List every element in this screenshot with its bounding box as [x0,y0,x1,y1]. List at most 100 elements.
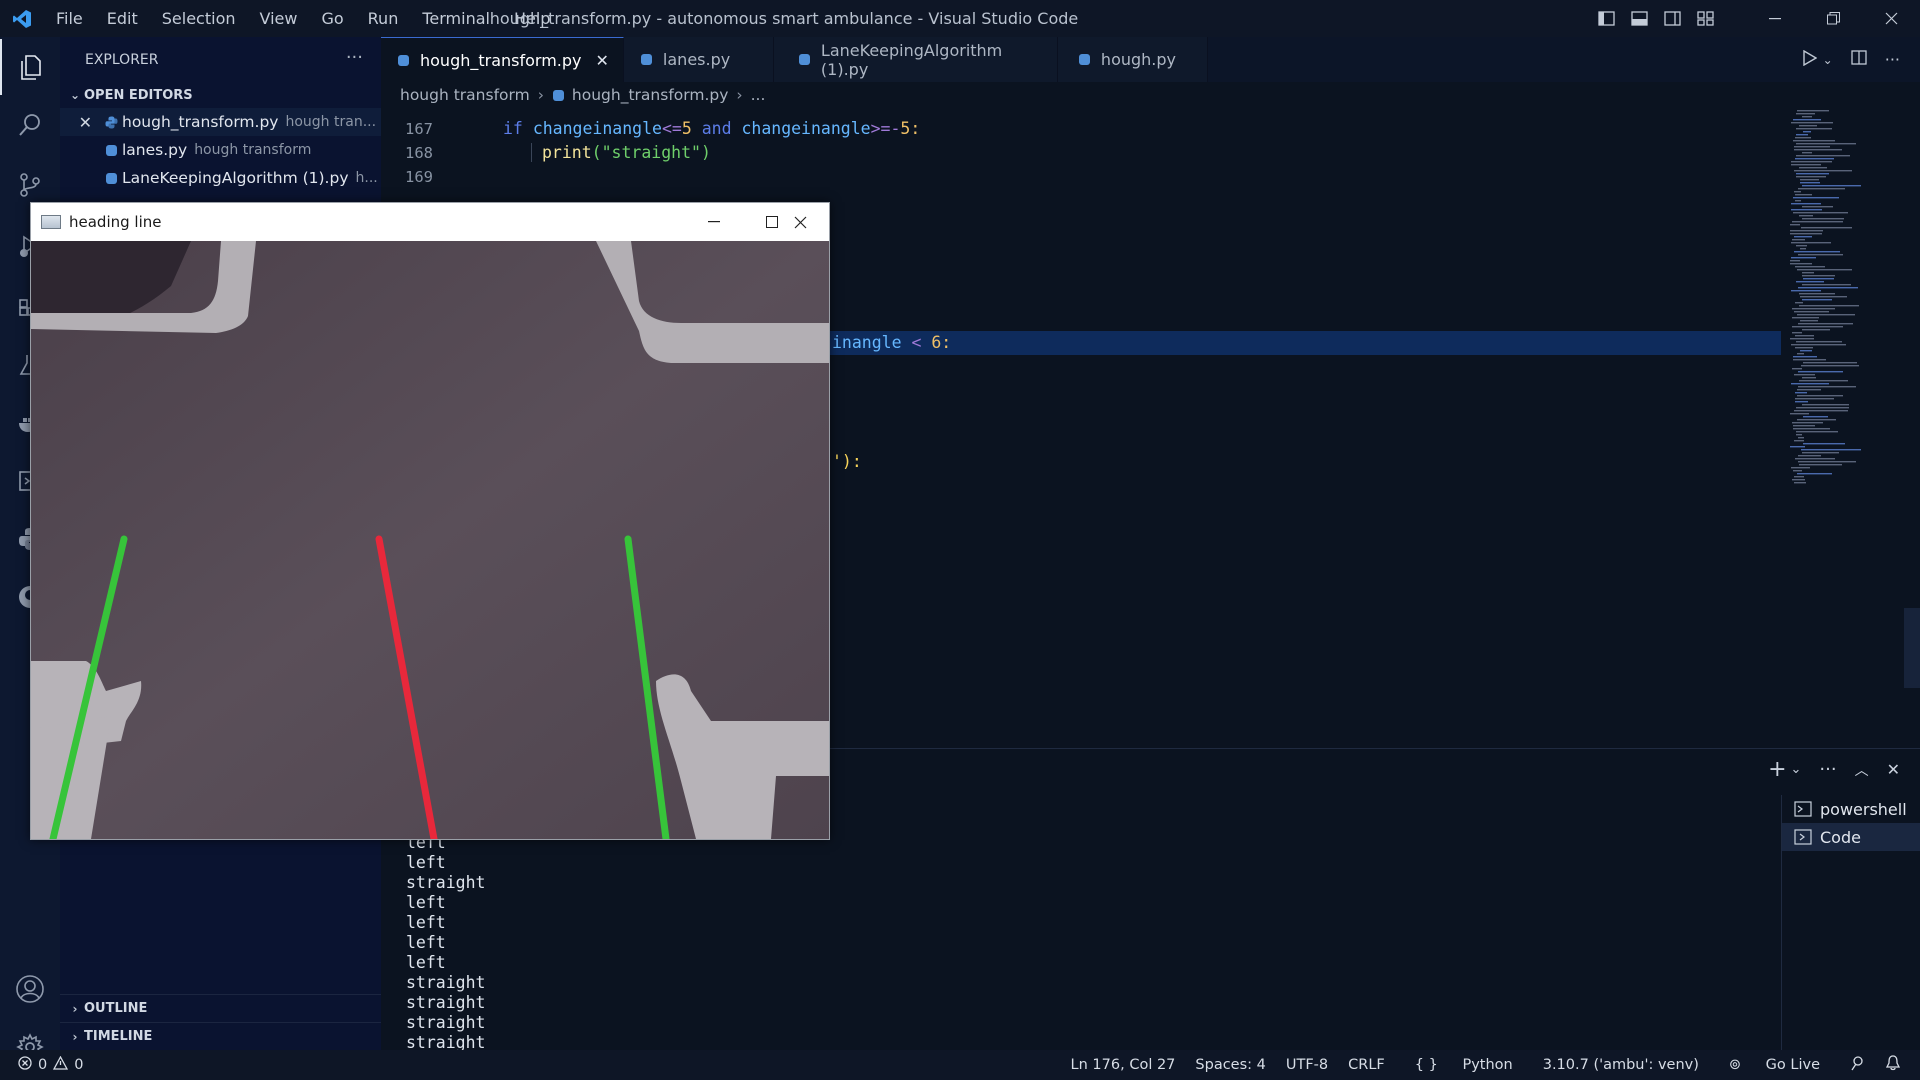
run-python-file-icon[interactable] [1802,49,1818,70]
more-actions-icon[interactable]: ··· [1885,50,1900,69]
new-terminal-icon[interactable]: + [1768,757,1786,782]
minimap-line [1792,422,1823,424]
terminal-session-label: Code [1820,827,1861,847]
problems-indicator[interactable]: 0 0 [0,1055,84,1074]
open-editors-section[interactable]: ⌄ OPEN EDITORS [60,82,381,108]
terminal-line: straight [406,1013,486,1032]
more-actions-icon[interactable]: ··· [346,47,363,68]
terminal-output[interactable]: left left straight left left left left straight… [406,833,485,1053]
minimap-line [1793,119,1821,121]
menu-terminal[interactable]: Terminal [410,9,502,28]
warning-count: 0 [74,1057,84,1073]
notifications-bell-icon[interactable] [1876,1055,1910,1075]
language-mode[interactable]: { } Python [1395,1057,1533,1073]
tab-lanekeeping[interactable]: LaneKeepingAlgorithm (1).py [773,37,1058,82]
breadcrumb-file[interactable]: hough_transform.py [572,86,728,104]
split-editor-icon[interactable] [1851,50,1867,69]
python-file-icon [1078,53,1091,66]
language-label: Python [1462,1057,1513,1073]
editor-actions: ⌄ ··· [1802,37,1920,82]
minimize-window-button[interactable] [1746,0,1804,37]
open-editor-item[interactable]: ✕ hough_transform.py hough tran... [60,108,381,136]
breadcrumb-folder[interactable]: hough transform [400,86,530,104]
maximize-panel-icon[interactable]: ︿ [1855,760,1869,780]
indentation[interactable]: Spaces: 4 [1185,1057,1275,1073]
open-editor-name: LaneKeepingAlgorithm (1).py [122,169,349,187]
menu-view[interactable]: View [248,9,310,28]
minimap-line [1798,386,1856,388]
customize-layout-icon[interactable] [1689,11,1722,26]
go-live-button[interactable]: ⊚ Go Live [1709,1057,1840,1073]
restore-window-button[interactable] [1804,0,1862,37]
toggle-secondary-sidebar-icon[interactable] [1656,11,1689,26]
python-interpreter[interactable]: 3.10.7 ('ambu': venv) [1533,1057,1709,1073]
outline-section[interactable]: › OUTLINE [60,994,381,1022]
breadcrumb: hough transform › hough_transform.py › .… [381,82,1781,108]
keyword: if [503,119,523,138]
minimap-line [1790,233,1822,235]
tab-lanes[interactable]: lanes.py [623,37,774,82]
encoding[interactable]: UTF-8 [1276,1057,1338,1073]
cursor-position[interactable]: Ln 176, Col 27 [1061,1057,1186,1073]
breadcrumb-symbol[interactable]: ... [751,86,766,104]
outline-label: OUTLINE [84,1001,148,1016]
menu-file[interactable]: File [44,9,95,28]
chevron-down-icon[interactable]: ⌄ [1791,762,1802,777]
feedback-icon[interactable] [1840,1055,1876,1075]
minimap-line [1796,113,1815,115]
minimap-line [1790,224,1800,226]
minimap-line [1791,383,1829,385]
title-bar: File Edit Selection View Go Run Terminal… [0,0,1920,37]
minimap-line [1792,308,1835,310]
minimap-line [1793,470,1802,472]
menu-go[interactable]: Go [309,9,355,28]
end-of-line[interactable]: CRLF [1338,1057,1395,1073]
minimize-window-button[interactable] [685,203,743,241]
close-window-button[interactable] [1862,0,1920,37]
editor-scrollbar[interactable] [1904,608,1920,688]
minimap-line [1793,197,1839,199]
explorer-icon[interactable] [0,39,60,95]
close-panel-icon[interactable]: ✕ [1887,760,1900,779]
minimap-line [1790,413,1809,415]
toggle-panel-icon[interactable] [1623,11,1656,26]
line-number: 167 [405,120,433,138]
minimap[interactable] [1788,108,1906,488]
menu-run[interactable]: Run [356,9,411,28]
search-icon[interactable] [0,97,60,153]
chevron-right-icon: › [72,1029,78,1044]
terminal-line: left [406,933,446,952]
close-window-button[interactable] [771,203,829,241]
minimap-line [1795,335,1814,337]
menu-help[interactable]: Help [502,9,562,28]
open-editor-item[interactable]: lanes.py hough transform [60,136,381,164]
opencv-window[interactable]: heading line [30,202,830,840]
minimap-line [1794,440,1804,442]
minimap-line [1791,203,1821,205]
more-actions-icon[interactable]: ··· [1819,759,1836,780]
open-editor-item[interactable]: LaneKeepingAlgorithm (1).py h... [60,164,381,192]
operator: < [911,333,922,352]
operator: <= [661,119,682,138]
minimap-line [1795,194,1812,196]
toggle-primary-sidebar-icon[interactable] [1590,11,1623,26]
minimap-line [1796,128,1832,130]
minimap-line [1797,353,1804,355]
account-icon[interactable] [0,961,60,1017]
close-icon[interactable]: ✕ [596,51,609,70]
terminal-code[interactable]: Code [1782,823,1920,851]
close-icon[interactable]: ✕ [60,113,100,132]
minimap-line [1795,302,1803,304]
terminal-powershell[interactable]: powershell [1782,795,1920,823]
number: 5 [900,119,911,138]
terminal-line: straight [406,993,486,1012]
timeline-section[interactable]: › TIMELINE [60,1022,381,1050]
menu-edit[interactable]: Edit [95,9,150,28]
line-number: 168 [405,144,433,162]
tab-hough-transform[interactable]: hough_transform.py ✕ [381,37,624,82]
minimap-line [1802,284,1851,286]
menu-selection[interactable]: Selection [150,9,248,28]
code-line: '): [832,452,862,471]
tab-hough[interactable]: hough.py [1057,37,1208,82]
chevron-down-icon[interactable]: ⌄ [1823,53,1833,67]
